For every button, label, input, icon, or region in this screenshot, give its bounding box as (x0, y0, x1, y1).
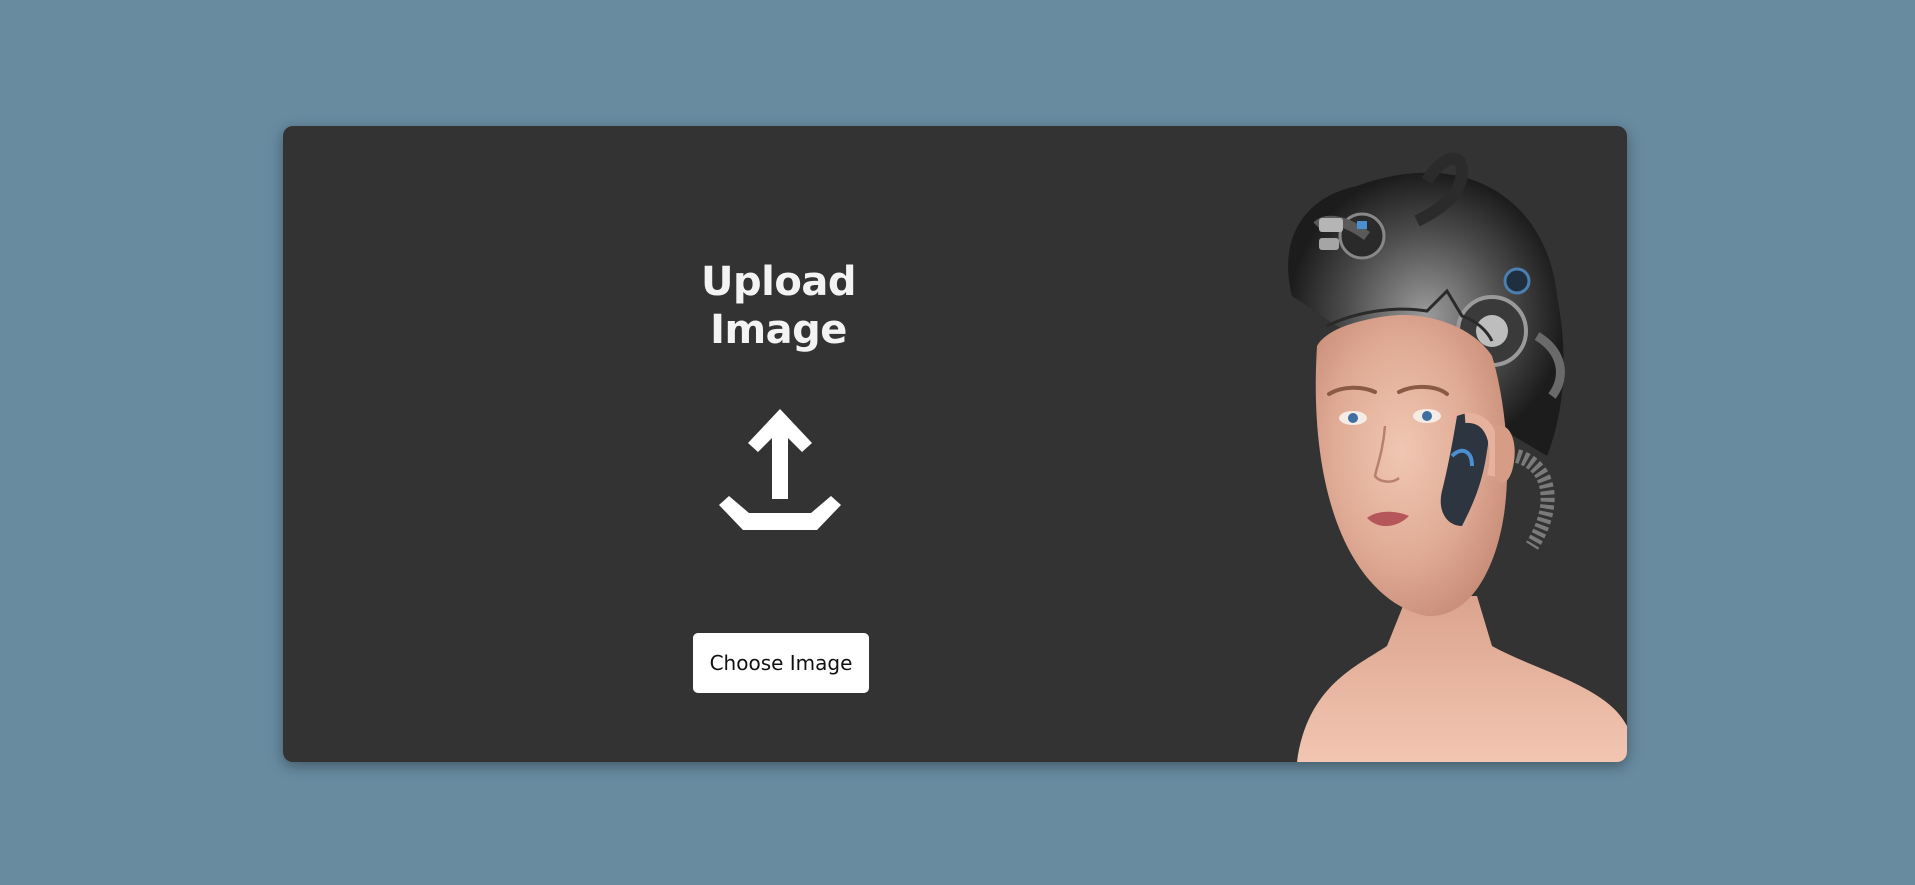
choose-image-button[interactable]: Choose Image (693, 633, 869, 693)
page-title-text: Upload Image (701, 259, 856, 353)
upload-panel: Upload Image Choose Image (283, 126, 1283, 762)
cyborg-portrait-image (1288, 152, 1627, 762)
upload-icon (719, 409, 841, 530)
upload-card: Upload Image Choose Image (283, 126, 1627, 762)
